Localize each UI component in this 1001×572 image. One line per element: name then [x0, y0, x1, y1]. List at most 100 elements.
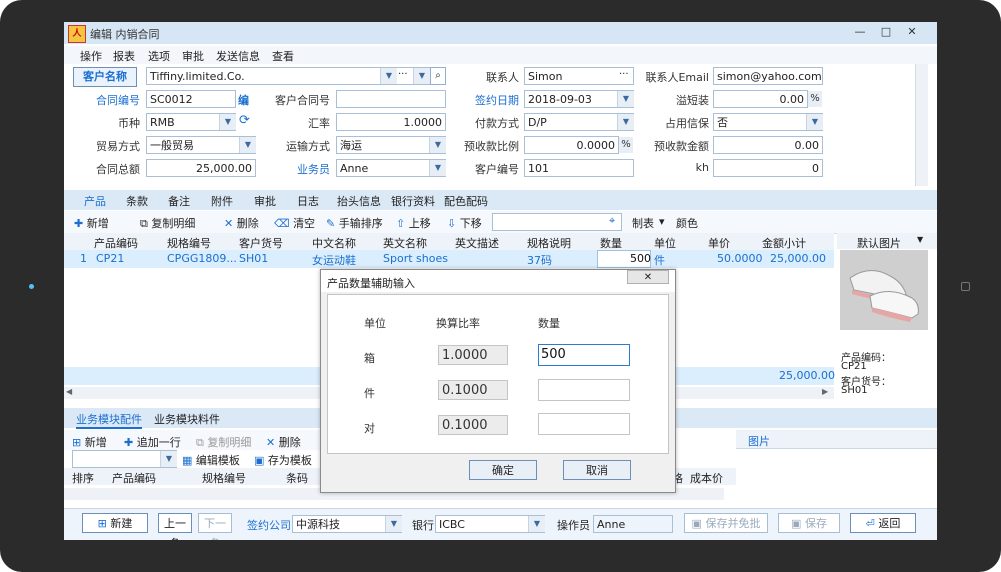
rate-input[interactable]: 1.0000	[336, 113, 446, 131]
tab-module-parts[interactable]: 业务模块配件	[76, 411, 142, 429]
search-icon[interactable]: ⌕	[430, 67, 446, 85]
cell-price[interactable]: 50.0000	[717, 252, 763, 265]
kh-input[interactable]: 0	[713, 159, 823, 177]
refresh-icon[interactable]: ⟳	[239, 113, 250, 128]
tab-color-size[interactable]: 配色配码	[444, 193, 488, 209]
tab-log[interactable]: 日志	[297, 193, 319, 209]
cell-customer-item[interactable]: SH01	[239, 252, 268, 265]
col-lower-spec-no[interactable]: 规格编号	[202, 470, 246, 486]
location-icon[interactable]: ⌖	[609, 214, 615, 228]
add-button[interactable]: ✚ 新增	[74, 215, 109, 231]
close-button[interactable]: ✕	[899, 24, 925, 40]
back-button[interactable]: ⏎ 返回	[850, 513, 916, 533]
edit-number-button[interactable]: 编	[238, 92, 249, 108]
contact-email-input[interactable]: simon@yahoo.com	[713, 67, 823, 85]
locate-input[interactable]	[492, 213, 622, 231]
move-down-button[interactable]: ⇩ 下移	[447, 215, 482, 231]
make-table-button[interactable]: 制表	[632, 215, 654, 231]
pay-method-dropdown-icon[interactable]: ▼	[617, 114, 634, 130]
save-button[interactable]: ▣ 保存	[778, 513, 840, 533]
cell-spec-desc[interactable]: 37码	[527, 252, 552, 268]
cell-spec-no[interactable]: CPGG1809...	[167, 252, 237, 265]
col-unit[interactable]: 单位	[654, 235, 676, 251]
bank-dropdown-icon[interactable]: ▼	[528, 516, 545, 532]
clear-button[interactable]: ⌫ 清空	[274, 215, 315, 231]
overflow-input[interactable]: 0.00	[713, 90, 808, 108]
scroll-right-icon[interactable]: ▶	[822, 387, 828, 396]
col-en-name[interactable]: 英文名称	[383, 235, 427, 251]
col-spec-desc[interactable]: 规格说明	[527, 235, 571, 251]
customer-name-button[interactable]: 客户名称	[73, 67, 137, 87]
tab-product[interactable]: 产品	[84, 193, 106, 209]
col-order[interactable]: 排序	[72, 470, 94, 486]
move-up-button[interactable]: ⇧ 上移	[396, 215, 431, 231]
next-button[interactable]: 下一条	[198, 513, 232, 540]
col-price[interactable]: 单价	[708, 235, 730, 251]
date-dropdown-icon[interactable]: ▼	[617, 91, 634, 107]
make-table-dropdown-icon[interactable]: ▾	[659, 215, 665, 228]
currency-dropdown-icon[interactable]: ▼	[219, 114, 236, 130]
menu-view[interactable]: 查看	[272, 48, 294, 64]
new-button[interactable]: ⊞ 新建	[82, 513, 148, 533]
delete-button[interactable]: ✕ 删除	[224, 215, 259, 231]
col-amount[interactable]: 金额小计	[762, 235, 806, 251]
dialog-qty-pair-input[interactable]	[538, 413, 630, 435]
lower-add-button[interactable]: ⊞ 新增	[72, 434, 107, 450]
dialog-qty-piece-input[interactable]	[538, 379, 630, 401]
menu-approve[interactable]: 审批	[182, 48, 204, 64]
edit-template-button[interactable]: ▦ 编辑模板	[182, 452, 240, 468]
dialog-ok-button[interactable]: 确定	[469, 460, 537, 480]
copy-detail-button[interactable]: ⧉ 复制明细	[140, 215, 195, 231]
cell-product-code[interactable]: CP21	[96, 252, 124, 265]
manual-sort-button[interactable]: ✎ 手输排序	[326, 215, 383, 231]
cell-en-name[interactable]: Sport shoes	[383, 252, 448, 265]
menu-send-info[interactable]: 发送信息	[216, 48, 260, 64]
dialog-qty-box-input[interactable]: 500	[538, 344, 630, 366]
filter-icon[interactable]: ▼	[413, 68, 430, 84]
col-customer-item[interactable]: 客户货号	[239, 235, 283, 251]
product-image[interactable]	[840, 250, 928, 330]
tab-header-info[interactable]: 抬头信息	[337, 193, 381, 209]
col-qty[interactable]: 数量	[600, 235, 622, 251]
col-cn-name[interactable]: 中文名称	[312, 235, 356, 251]
tab-attachments[interactable]: 附件	[211, 193, 233, 209]
cell-qty[interactable]: 500	[630, 252, 651, 265]
table-row[interactable]: 1 CP21 CPGG1809... SH01 女运动鞋 Sport shoes…	[64, 250, 834, 268]
tab-remarks[interactable]: 备注	[168, 193, 190, 209]
col-product-code[interactable]: 产品编码	[94, 235, 138, 251]
save-template-button[interactable]: ▣ 存为模板	[254, 452, 312, 468]
transport-dropdown-icon[interactable]: ▼	[429, 137, 446, 153]
maximize-button[interactable]: □	[873, 24, 899, 40]
cell-amount[interactable]: 25,000.00	[770, 252, 826, 265]
sign-company-dropdown-icon[interactable]: ▼	[385, 516, 402, 532]
trade-dropdown-icon[interactable]: ▼	[239, 137, 256, 153]
template-dropdown-icon[interactable]: ▼	[160, 451, 177, 467]
menu-operate[interactable]: 操作	[80, 48, 102, 64]
cell-cn-name[interactable]: 女运动鞋	[312, 252, 356, 268]
menu-report[interactable]: 报表	[113, 48, 135, 64]
credit-dropdown-icon[interactable]: ▼	[806, 114, 823, 130]
minimize-button[interactable]: —	[847, 24, 873, 40]
col-barcode[interactable]: 条码	[286, 470, 308, 486]
contact-input[interactable]: Simon	[524, 67, 634, 85]
col-spec-no[interactable]: 规格编号	[167, 235, 211, 251]
tab-module-materials[interactable]: 业务模块料件	[154, 411, 220, 427]
dialog-cancel-button[interactable]: 取消	[563, 460, 631, 480]
prev-button[interactable]: 上一条	[158, 513, 192, 540]
chevron-down-icon[interactable]: ▼	[380, 68, 397, 84]
add-row-button[interactable]: ✚ 追加一行	[124, 434, 181, 450]
scroll-left-icon[interactable]: ◀	[66, 387, 72, 396]
panel-dropdown-icon[interactable]: ▼	[917, 235, 923, 244]
prepay-amount-input[interactable]: 0.00	[713, 136, 823, 154]
prepay-ratio-input[interactable]: 0.0000	[524, 136, 619, 154]
tab-terms[interactable]: 条款	[126, 193, 148, 209]
customer-no-input[interactable]: 101	[524, 159, 634, 177]
tab-approval[interactable]: 审批	[254, 193, 276, 209]
menu-options[interactable]: 选项	[148, 48, 170, 64]
lower-delete-button[interactable]: ✕ 删除	[266, 434, 301, 450]
col-lower-product-code[interactable]: 产品编码	[112, 470, 156, 486]
customer-contract-input[interactable]	[336, 90, 446, 108]
more-icon[interactable]: ···	[398, 69, 408, 80]
contact-more-icon[interactable]: ···	[619, 69, 629, 80]
tab-bank-info[interactable]: 银行资料	[391, 193, 435, 209]
